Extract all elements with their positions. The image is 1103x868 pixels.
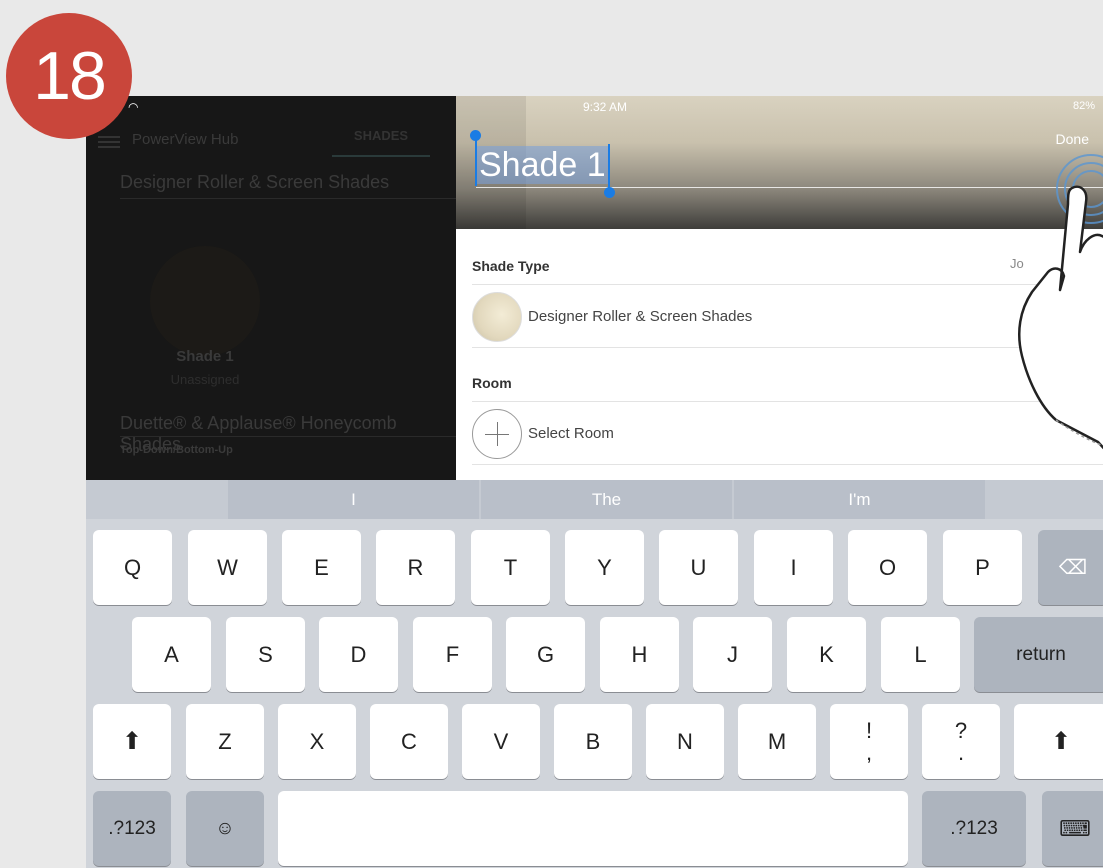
- selection-handle-end[interactable]: [604, 187, 615, 198]
- key-h[interactable]: H: [600, 617, 679, 692]
- shade-type-value[interactable]: Designer Roller & Screen Shades: [528, 308, 752, 325]
- numbers-key-left[interactable]: .?123: [93, 791, 171, 866]
- add-room-icon[interactable]: [472, 409, 522, 459]
- shade-name-input[interactable]: Shade 1: [476, 144, 1103, 188]
- step-number-badge: 18: [6, 13, 132, 139]
- key-q[interactable]: Q: [93, 530, 172, 605]
- pointing-hand-icon: [1018, 185, 1103, 450]
- shade-header-image: 9:32 AM 82% Done Shade 1: [456, 96, 1103, 229]
- suggestion-bar: I The I'm: [86, 480, 1103, 519]
- divider: [472, 347, 1103, 348]
- suggestion-3[interactable]: I'm: [734, 480, 985, 519]
- onscreen-keyboard: I The I'm Q W E R T Y U I O P ⌫ A S D F …: [86, 480, 1103, 868]
- key-j[interactable]: J: [693, 617, 772, 692]
- numbers-key-right[interactable]: .?123: [922, 791, 1026, 866]
- key-x[interactable]: X: [278, 704, 356, 779]
- shade-type-thumbnail: [472, 292, 522, 342]
- key-exclamation-comma[interactable]: ! ,: [830, 704, 908, 779]
- key-y[interactable]: Y: [565, 530, 644, 605]
- key-bottom-char: .: [957, 739, 965, 765]
- divider: [472, 401, 1103, 402]
- key-c[interactable]: C: [370, 704, 448, 779]
- shade-room-status: Unassigned: [170, 372, 240, 387]
- suggestion-1[interactable]: I: [228, 480, 479, 519]
- status-time: 9:32 AM: [583, 100, 628, 114]
- shade-name-selected-text[interactable]: Shade 1: [476, 146, 609, 184]
- select-room-button[interactable]: Select Room: [528, 425, 614, 442]
- key-m[interactable]: M: [738, 704, 816, 779]
- key-u[interactable]: U: [659, 530, 738, 605]
- divider: [120, 436, 456, 437]
- key-w[interactable]: W: [188, 530, 267, 605]
- key-e[interactable]: E: [282, 530, 361, 605]
- ipad-screen: ◠ PowerView Hub SHADES Designer Roller &…: [86, 96, 1103, 868]
- shade-name-label[interactable]: Shade 1: [150, 348, 260, 365]
- key-p[interactable]: P: [943, 530, 1022, 605]
- key-a[interactable]: A: [132, 617, 211, 692]
- key-b[interactable]: B: [554, 704, 632, 779]
- key-o[interactable]: O: [848, 530, 927, 605]
- tab-shades[interactable]: SHADES: [332, 128, 430, 157]
- shade-type-label: Shade Type: [472, 258, 550, 274]
- shade-detail-pane: 9:32 AM 82% Done Shade 1 Shade Type Jo D…: [456, 96, 1103, 480]
- emoji-key[interactable]: ☺: [186, 791, 264, 866]
- shift-key-right[interactable]: ⬆: [1014, 704, 1103, 779]
- room-label: Room: [472, 375, 512, 391]
- key-question-period[interactable]: ? .: [922, 704, 1000, 779]
- key-f[interactable]: F: [413, 617, 492, 692]
- key-i[interactable]: I: [754, 530, 833, 605]
- category-subheading: Top-Down/Bottom-Up: [120, 444, 233, 456]
- key-k[interactable]: K: [787, 617, 866, 692]
- suggestion-2[interactable]: The: [481, 480, 732, 519]
- key-g[interactable]: G: [506, 617, 585, 692]
- key-top-char: ?: [954, 717, 968, 743]
- key-v[interactable]: V: [462, 704, 540, 779]
- key-n[interactable]: N: [646, 704, 724, 779]
- delete-key[interactable]: ⌫: [1038, 530, 1103, 605]
- key-r[interactable]: R: [376, 530, 455, 605]
- hide-keyboard-key[interactable]: ⌨: [1042, 791, 1103, 866]
- selection-handle-start-line: [475, 138, 477, 186]
- key-t[interactable]: T: [471, 530, 550, 605]
- shift-key-left[interactable]: ⬆: [93, 704, 171, 779]
- status-battery: 82%: [1072, 100, 1095, 112]
- shade-thumbnail[interactable]: [150, 246, 260, 356]
- divider: [472, 464, 1103, 465]
- selection-handle-start[interactable]: [470, 130, 481, 141]
- divider: [120, 198, 456, 199]
- hub-title: PowerView Hub: [132, 131, 239, 148]
- shade-list-pane: ◠ PowerView Hub SHADES Designer Roller &…: [86, 96, 456, 480]
- category-heading-roller: Designer Roller & Screen Shades: [120, 172, 390, 192]
- key-bottom-char: ,: [865, 739, 873, 765]
- menu-icon[interactable]: [98, 133, 120, 151]
- return-key[interactable]: return: [974, 617, 1103, 692]
- selection-handle-end-line: [608, 144, 610, 190]
- key-l[interactable]: L: [881, 617, 960, 692]
- space-bar[interactable]: [278, 791, 908, 866]
- key-d[interactable]: D: [319, 617, 398, 692]
- key-z[interactable]: Z: [186, 704, 264, 779]
- wifi-icon: ◠: [128, 100, 139, 114]
- key-top-char: !: [865, 717, 873, 743]
- divider: [472, 284, 1103, 285]
- key-s[interactable]: S: [226, 617, 305, 692]
